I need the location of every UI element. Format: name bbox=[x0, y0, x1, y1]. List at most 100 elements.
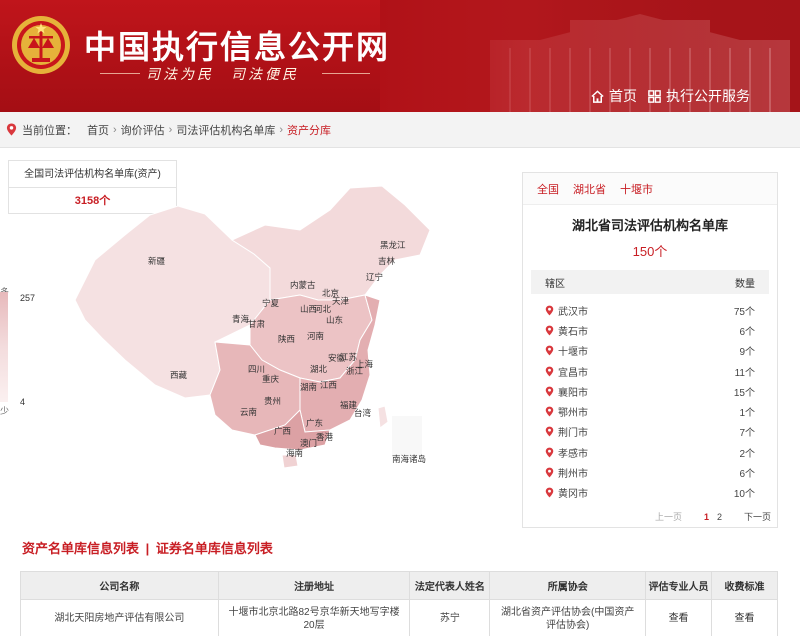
city-cell: 荆州市 bbox=[545, 465, 588, 480]
home-icon bbox=[591, 89, 604, 103]
table-row: 湖北天阳房地产评估有限公司 十堰市北京北路82号京华新天地写字楼20层 苏宁 湖… bbox=[20, 599, 778, 636]
city-name[interactable]: 荆门市 bbox=[558, 424, 588, 439]
city-name[interactable]: 鄂州市 bbox=[558, 404, 588, 419]
tab-hubei[interactable]: 湖北省 bbox=[573, 181, 606, 197]
city-count: 7个 bbox=[739, 428, 755, 440]
city-cell: 武汉市 bbox=[545, 303, 588, 318]
province-panel-count: 150个 bbox=[632, 244, 668, 259]
list-item[interactable]: 宜昌市 11个 bbox=[531, 361, 769, 381]
list-item[interactable]: 十堰市 9个 bbox=[531, 341, 769, 361]
breadcrumb-separator: › bbox=[168, 123, 173, 136]
city-name[interactable]: 荆州市 bbox=[558, 465, 588, 480]
map-label-guangdong: 广东 bbox=[306, 418, 323, 428]
map-region-taiwan[interactable] bbox=[377, 405, 389, 429]
th-association: 所属协会 bbox=[489, 571, 647, 600]
map-label-jiangxi: 江西 bbox=[320, 380, 337, 390]
location-pin-icon bbox=[545, 406, 554, 417]
location-pin-icon bbox=[545, 467, 554, 478]
list-item[interactable]: 荆门市 7个 bbox=[531, 422, 769, 442]
tab-national[interactable]: 全国 bbox=[537, 181, 559, 197]
nav-execution-service[interactable]: 执行公开服务 bbox=[647, 86, 750, 106]
city-cell: 鄂州市 bbox=[545, 404, 588, 419]
city-cell: 襄阳市 bbox=[545, 384, 588, 399]
nav-home[interactable]: 首页 bbox=[590, 86, 637, 106]
city-name[interactable]: 黄石市 bbox=[558, 323, 588, 338]
location-pin-icon bbox=[545, 345, 554, 356]
city-cell: 黄石市 bbox=[545, 323, 588, 338]
th-appraisers: 评估专业人员 bbox=[645, 571, 713, 600]
court-emblem-icon bbox=[12, 16, 70, 74]
map-label-jilin: 吉林 bbox=[378, 256, 396, 266]
map-label-hunan: 湖南 bbox=[300, 382, 317, 392]
map-label-heilongjiang: 黑龙江 bbox=[380, 240, 406, 250]
list-item[interactable]: 黄石市 6个 bbox=[531, 320, 769, 340]
list-item[interactable]: 黄冈市 10个 bbox=[531, 483, 769, 503]
city-name[interactable]: 孝感市 bbox=[558, 445, 588, 460]
list-item[interactable]: 襄阳市 15个 bbox=[531, 381, 769, 401]
city-cell: 荆门市 bbox=[545, 424, 588, 439]
city-cell: 黄冈市 bbox=[545, 485, 588, 500]
map-label-chongqing: 重庆 bbox=[262, 374, 280, 384]
list-item[interactable]: 荆州市 6个 bbox=[531, 462, 769, 482]
cell-association: 湖北省资产评估协会(中国资产评估协会) bbox=[489, 599, 647, 636]
city-name[interactable]: 武汉市 bbox=[558, 303, 588, 318]
list-item[interactable]: 武汉市 75个 bbox=[531, 300, 769, 320]
city-cell: 孝感市 bbox=[545, 445, 588, 460]
city-name[interactable]: 襄阳市 bbox=[558, 384, 588, 399]
city-count: 10个 bbox=[733, 489, 755, 501]
city-count: 6个 bbox=[739, 326, 755, 338]
map-label-hainan: 海南 bbox=[286, 448, 303, 458]
breadcrumb-inquiry-evaluation[interactable]: 询价评估 bbox=[121, 122, 165, 138]
list-item[interactable]: 孝感市 2个 bbox=[531, 442, 769, 462]
map-label-macau: 澳门 bbox=[300, 438, 317, 448]
map-label-tianjin: 天津 bbox=[332, 296, 350, 306]
asset-list-tab[interactable]: 资产名单库信息列表 bbox=[22, 541, 139, 556]
th-company-name: 公司名称 bbox=[20, 571, 219, 600]
breadcrumb-separator: › bbox=[113, 123, 117, 136]
map-label-qinghai: 青海 bbox=[232, 314, 250, 324]
map-label-shaanxi: 陕西 bbox=[278, 334, 295, 344]
pager-page-2[interactable]: 2 bbox=[717, 512, 722, 522]
breadcrumb-institution-list[interactable]: 司法评估机构名单库 bbox=[176, 122, 275, 138]
map-label-hongkong: 香港 bbox=[316, 432, 334, 442]
city-pager: 上一页 1 2 下一页 bbox=[655, 510, 771, 523]
map-label-henan: 河南 bbox=[307, 331, 324, 341]
map-label-jiangsu: 江苏 bbox=[340, 352, 358, 362]
city-count: 1个 bbox=[739, 408, 755, 420]
list-section-heading: 资产名单库信息列表 | 证券名单库信息列表 bbox=[22, 538, 273, 557]
breadcrumb-prefix: 当前位置： bbox=[22, 124, 77, 137]
pager-next[interactable]: 下一页 bbox=[744, 510, 771, 523]
province-panel-title: 湖北省司法评估机构名单库 bbox=[571, 218, 728, 233]
slogan-line-right bbox=[322, 73, 370, 74]
city-name[interactable]: 黄冈市 bbox=[558, 485, 588, 500]
city-name[interactable]: 十堰市 bbox=[558, 343, 588, 358]
map-label-south-sea: 南海诸岛 bbox=[392, 454, 426, 464]
map-label-yunnan: 云南 bbox=[240, 407, 257, 417]
location-pin-icon bbox=[545, 447, 554, 458]
site-header: 中国执行信息公开网 司法为民 司法便民 首页 执行公开服务 bbox=[0, 0, 800, 112]
tab-shiyan[interactable]: 十堰市 bbox=[620, 181, 653, 197]
breadcrumb-separator: › bbox=[279, 123, 284, 136]
view-appraisers-link[interactable]: 查看 bbox=[645, 599, 713, 636]
map-label-taiwan: 台湾 bbox=[354, 408, 372, 418]
grid-icon bbox=[648, 89, 661, 103]
list-item[interactable]: 鄂州市 1个 bbox=[531, 401, 769, 421]
map-label-hubei: 湖北 bbox=[310, 364, 328, 374]
cell-address: 十堰市北京北路82号京华新天地写字楼20层 bbox=[217, 599, 411, 636]
map-label-shandong: 山东 bbox=[326, 315, 343, 325]
breadcrumb: 当前位置： 首页 › 询价评估 › 司法评估机构名单库 › 资产分库 bbox=[0, 112, 800, 148]
city-name[interactable]: 宜昌市 bbox=[558, 364, 588, 379]
view-fee-standard-link[interactable]: 查看 bbox=[711, 599, 778, 636]
securities-list-tab[interactable]: 证券名单库信息列表 bbox=[156, 541, 273, 556]
china-map: 新疆 西藏 青海 甘肃 宁夏 内蒙古 黑龙江 吉林 辽宁 北京 天津 河北 山西… bbox=[74, 185, 431, 469]
cell-company-name: 湖北天阳房地产评估有限公司 bbox=[20, 599, 219, 636]
map-label-guangxi: 广西 bbox=[274, 426, 291, 436]
city-count: 11个 bbox=[734, 367, 755, 379]
breadcrumb-home[interactable]: 首页 bbox=[87, 122, 109, 138]
slogan-line-left bbox=[100, 73, 140, 74]
col-count: 数量 bbox=[735, 278, 755, 290]
pager-page-1[interactable]: 1 bbox=[704, 512, 709, 522]
pager-prev[interactable]: 上一页 bbox=[655, 510, 682, 523]
map-label-gansu: 甘肃 bbox=[248, 319, 266, 329]
th-address: 注册地址 bbox=[217, 571, 411, 600]
